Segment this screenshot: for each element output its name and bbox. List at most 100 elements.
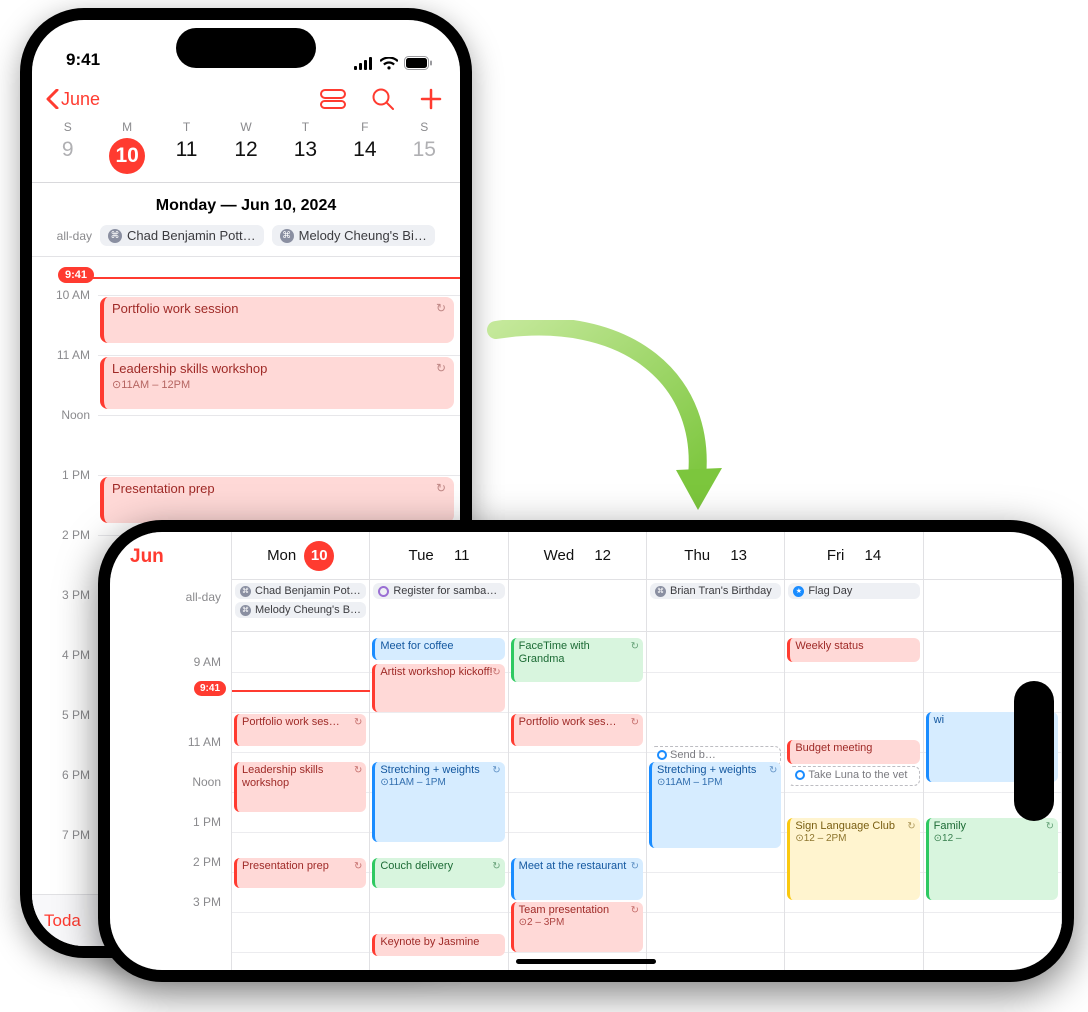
allday-chip[interactable]: ⌘Chad Benjamin Pot…: [235, 583, 366, 599]
landscape-screen: Jun all-day 9 AM 11 AM Noon 1 PM 2 PM 3 …: [110, 532, 1062, 970]
event-block[interactable]: Keynote by Jasmine: [372, 934, 504, 956]
event-block[interactable]: Artist workshop kickoff!↻: [372, 664, 504, 712]
day-column-header[interactable]: Thu 13: [647, 532, 785, 579]
hour-label: 3 PM: [32, 588, 90, 602]
dow-label: S: [38, 120, 97, 138]
hour-label: 7 PM: [32, 828, 90, 842]
hour-label: 2 PM: [32, 528, 90, 542]
allday-chip[interactable]: ⌘Melody Cheung's Bi…: [272, 225, 435, 246]
hour-label: 4 PM: [32, 648, 90, 662]
phone-landscape-frame: Jun all-day 9 AM 11 AM Noon 1 PM 2 PM 3 …: [98, 520, 1074, 982]
hour-label: 2 PM: [193, 855, 221, 869]
hour-label: 5 PM: [32, 708, 90, 722]
battery-icon: [404, 56, 432, 70]
event-block[interactable]: Family⊙12 –↻: [926, 818, 1058, 900]
event-block[interactable]: Portfolio work session ↻: [100, 297, 454, 343]
dynamic-island: [176, 28, 316, 68]
today-button[interactable]: Toda: [44, 911, 81, 931]
day-number[interactable]: 14: [335, 138, 394, 182]
hour-label: 3 PM: [193, 895, 221, 909]
allday-chip[interactable]: ★Flag Day: [788, 583, 919, 599]
allday-label: all-day: [40, 229, 92, 243]
cellular-icon: [354, 57, 374, 70]
dow-label: W: [216, 120, 275, 138]
event-block[interactable]: Couch delivery↻: [372, 858, 504, 888]
day-column: [785, 632, 923, 972]
day-number[interactable]: 9: [38, 138, 97, 182]
day-number[interactable]: 13: [276, 138, 335, 182]
day-number-selected[interactable]: 10: [97, 138, 156, 182]
event-block[interactable]: Presentation prep ↻: [100, 477, 454, 523]
dow-label: F: [335, 120, 394, 138]
allday-chip[interactable]: ⌘Brian Tran's Birthday: [650, 583, 781, 599]
day-title: Monday — Jun 10, 2024: [32, 189, 460, 221]
event-block[interactable]: Meet at the restaurant↻: [511, 858, 643, 900]
now-indicator: [232, 690, 370, 692]
back-button[interactable]: June: [46, 89, 100, 110]
day-number[interactable]: 12: [216, 138, 275, 182]
landscape-left-axis: Jun all-day 9 AM 11 AM Noon 1 PM 2 PM 3 …: [110, 532, 232, 970]
day-column-header[interactable]: [924, 532, 1062, 579]
hour-label: 6 PM: [32, 768, 90, 782]
hour-label: 1 PM: [32, 468, 90, 482]
event-block[interactable]: Leadership skills workshop↻: [234, 762, 366, 812]
event-block[interactable]: FaceTime with Grandma↻: [511, 638, 643, 682]
search-icon[interactable]: [372, 88, 394, 110]
list-view-icon[interactable]: [320, 89, 346, 109]
event-block[interactable]: Presentation prep↻: [234, 858, 366, 888]
wifi-icon: [380, 57, 398, 70]
dow-label: M: [97, 120, 156, 138]
allday-chip[interactable]: ⌘Chad Benjamin Pott…: [100, 225, 264, 246]
day-column-header[interactable]: Mon10: [232, 532, 370, 579]
hour-label: 1 PM: [193, 815, 221, 829]
gift-icon: ⌘: [240, 605, 251, 616]
event-block[interactable]: Weekly status: [787, 638, 919, 662]
week-strip: S M T W T F S 9 10 11 12 13 14 15: [32, 120, 460, 182]
hour-label: Noon: [192, 775, 221, 789]
chevron-left-icon: [46, 89, 59, 109]
event-block[interactable]: Stretching + weights⊙11AM – 1PM↻: [372, 762, 504, 842]
nav-bar: June: [32, 74, 460, 118]
gift-icon: ⌘: [655, 586, 666, 597]
event-block[interactable]: Leadership skills workshop⊙11AM – 12PM ↻: [100, 357, 454, 409]
dynamic-island: [1014, 681, 1054, 821]
dow-label: T: [157, 120, 216, 138]
event-block[interactable]: Stretching + weights⊙11AM – 1PM↻: [649, 762, 781, 848]
hour-line: [98, 415, 460, 416]
add-icon[interactable]: [420, 88, 442, 110]
star-icon: ★: [793, 586, 804, 597]
allday-row: all-day ⌘Chad Benjamin Pott… ⌘Melody Che…: [32, 221, 460, 257]
day-column-header[interactable]: Wed 12: [509, 532, 647, 579]
back-label: June: [61, 89, 100, 110]
gift-icon: ⌘: [240, 586, 251, 597]
landscape-grid[interactable]: Mon10 Tue 11 Wed 12 Thu 13 Fri 14 ⌘Chad …: [232, 532, 1062, 970]
divider: [32, 182, 460, 183]
event-block[interactable]: Portfolio work ses…↻: [234, 714, 366, 746]
event-block[interactable]: Team presentation⊙2 – 3PM↻: [511, 902, 643, 952]
hour-label: 11 AM: [32, 348, 90, 362]
hour-line: [98, 355, 460, 356]
home-indicator: [516, 959, 656, 964]
event-block[interactable]: Meet for coffee: [372, 638, 504, 660]
dow-label: S: [395, 120, 454, 138]
day-column-header[interactable]: Tue 11: [370, 532, 508, 579]
event-block[interactable]: Budget meeting: [787, 740, 919, 764]
landscape-header: Mon10 Tue 11 Wed 12 Thu 13 Fri 14: [232, 532, 1062, 580]
dow-label: T: [276, 120, 335, 138]
status-time: 9:41: [66, 50, 100, 70]
month-label[interactable]: Jun: [110, 532, 231, 582]
allday-chip[interactable]: ⌘Melody Cheung's B…: [235, 602, 366, 618]
landscape-body[interactable]: Portfolio work ses…↻ Leadership skills wo…: [232, 632, 1062, 972]
event-block[interactable]: Portfolio work ses…↻: [511, 714, 643, 746]
allday-chip[interactable]: Register for samba…: [373, 583, 504, 599]
hour-label: 9 AM: [194, 655, 221, 669]
day-column-header[interactable]: Fri 14: [785, 532, 923, 579]
hour-label: 11 AM: [188, 735, 221, 749]
landscape-allday-row: ⌘Chad Benjamin Pot… ⌘Melody Cheung's B… …: [232, 580, 1062, 632]
event-block[interactable]: Take Luna to the vet: [787, 766, 919, 786]
circle-icon: [378, 586, 389, 597]
day-number[interactable]: 15: [395, 138, 454, 182]
event-block[interactable]: Sign Language Club⊙12 – 2PM↻: [787, 818, 919, 900]
day-number[interactable]: 11: [157, 138, 216, 182]
recur-icon: ↻: [436, 301, 446, 315]
